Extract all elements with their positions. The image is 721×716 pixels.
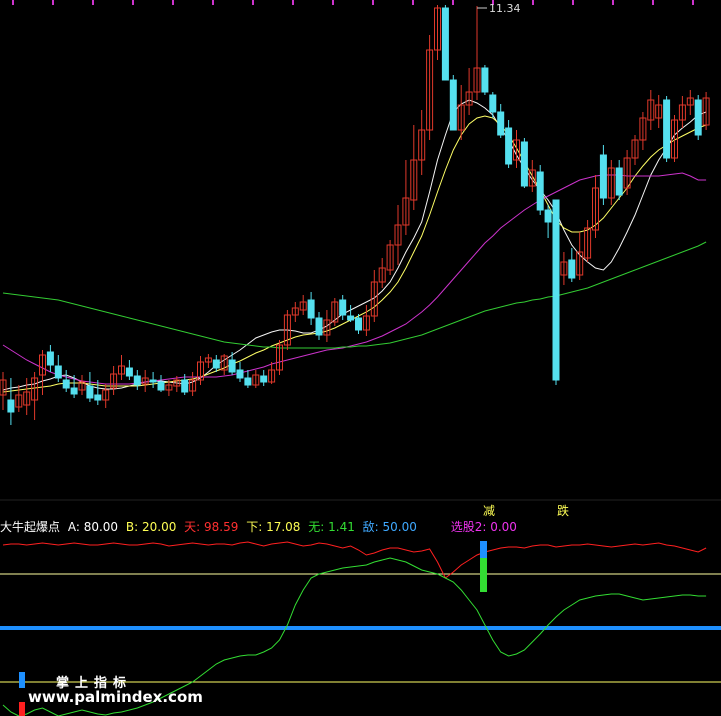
high-price-label: 11.34 (489, 2, 521, 15)
top-tick (652, 0, 654, 5)
candle-body (441, 7, 449, 81)
candle-body (260, 375, 268, 383)
indicator-item-xia: 下: 17.08 (246, 520, 301, 534)
candle-body (663, 99, 671, 159)
top-tick (372, 0, 374, 5)
candle-body (244, 377, 252, 386)
candle-body (355, 317, 362, 331)
candle-body (544, 209, 552, 223)
candle-body (568, 259, 576, 279)
candle-body (54, 365, 62, 379)
top-tick (212, 0, 214, 5)
top-tick (612, 0, 614, 5)
top-tick (92, 0, 94, 5)
candle-body (497, 111, 505, 136)
indicator-item-xuangu: 选股2: 0.00 (450, 520, 517, 534)
watermark-url: www.palmindex.com (28, 688, 203, 706)
candle-body (481, 67, 489, 93)
indicator-item-b: B: 20.00 (125, 520, 177, 534)
top-tick (412, 0, 414, 5)
watermark-bar-blue (19, 672, 25, 688)
candle-body (505, 127, 513, 165)
candle-body (552, 199, 560, 381)
candle-body (449, 79, 457, 131)
candle-body (94, 394, 102, 401)
candle-body (536, 171, 544, 211)
top-tick (52, 0, 54, 5)
top-tick (572, 0, 574, 5)
candle-body (489, 94, 497, 113)
candle-body (181, 379, 189, 393)
top-tick (252, 0, 254, 5)
candle-body (157, 381, 165, 391)
indicator-legend: 大牛起爆点 A: 80.00 B: 20.00 天: 98.59 下: 17.0… (0, 519, 521, 535)
indicator-signal-bars (480, 541, 487, 592)
top-tick (452, 0, 454, 5)
candle-body (133, 375, 141, 386)
mark-jian: 减 (483, 504, 496, 518)
candle-body (86, 385, 94, 399)
candle-body (339, 299, 347, 316)
indicator-item-tian: 天: 98.59 (184, 520, 239, 534)
candle-body (70, 387, 78, 395)
top-tick (692, 0, 694, 5)
top-tick (532, 0, 534, 5)
top-tick (12, 0, 14, 5)
candle-body (212, 359, 220, 369)
indicator-name: 大牛起爆点 (0, 520, 61, 534)
mark-die: 跌 (557, 504, 570, 518)
signal-bar (480, 541, 487, 558)
candle-body (236, 369, 244, 379)
candle-body (228, 359, 236, 373)
indicator-item-wu: 无: 1.41 (308, 520, 355, 534)
watermark-bar-red (19, 702, 25, 716)
top-tick (332, 0, 334, 5)
candle-body (694, 99, 702, 136)
signal-bar (480, 558, 487, 592)
candle-body (307, 299, 315, 319)
candle-body (520, 141, 528, 187)
candle-body (315, 317, 323, 336)
indicator-item-a: A: 80.00 (67, 520, 119, 534)
candle-body (46, 351, 54, 366)
indicator-item-di: 敌: 50.00 (362, 520, 417, 534)
candle-body (125, 367, 133, 377)
candle-body (347, 315, 355, 321)
top-tick (292, 0, 294, 5)
top-tick (132, 0, 134, 5)
stock-chart: 11.34 (0, 0, 721, 716)
candle-body (62, 379, 70, 389)
top-tick (172, 0, 174, 5)
candle-body (615, 167, 623, 196)
candle-body (149, 379, 157, 383)
candle-body (599, 154, 607, 199)
candle-body (7, 399, 15, 413)
